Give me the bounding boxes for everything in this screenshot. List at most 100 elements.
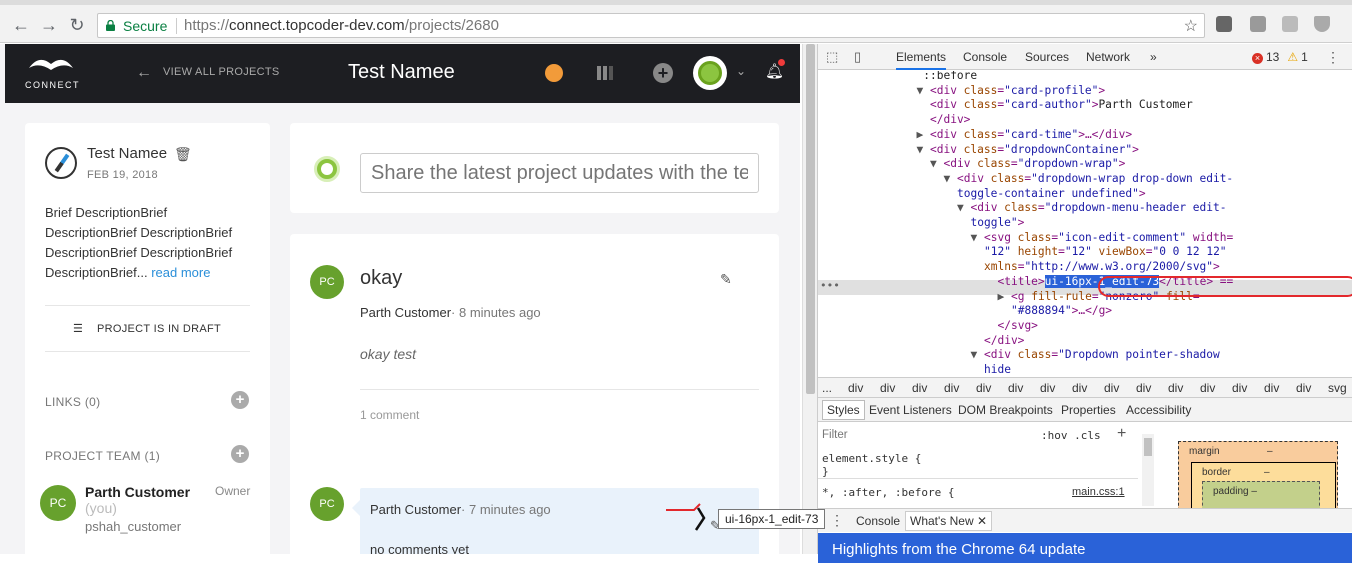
breadcrumb-item[interactable]: div [1296, 381, 1311, 395]
drawer-menu-icon[interactable]: ⋮ [830, 512, 844, 529]
dom-node-line[interactable]: hide [984, 363, 1011, 377]
css-rule-selector[interactable]: *, :after, :before { [822, 486, 954, 499]
extension-icon[interactable] [1282, 16, 1298, 32]
more-tabs-button[interactable]: » [1150, 50, 1157, 64]
new-rule-icon[interactable]: + [1117, 425, 1126, 443]
dom-node-line[interactable]: ▼ <div class="card-profile"> [917, 84, 1106, 99]
styles-filter-input[interactable]: Filter [822, 429, 848, 441]
tab-network[interactable]: Network [1086, 50, 1130, 64]
extension-icon[interactable] [1216, 16, 1232, 32]
breadcrumb-item[interactable]: div [912, 381, 927, 395]
edit-icon[interactable]: ✎ [720, 271, 732, 288]
styles-scrollbar[interactable] [1142, 434, 1154, 506]
dom-ellipsis[interactable]: ••• [820, 279, 840, 294]
breadcrumb-item[interactable]: div [1104, 381, 1119, 395]
tab-sources[interactable]: Sources [1025, 50, 1069, 64]
shield-icon[interactable] [1314, 16, 1330, 32]
dom-node-line[interactable]: "#888894">…</g> [1011, 304, 1112, 319]
tab-event-listeners[interactable]: Event Listeners [869, 403, 952, 417]
breadcrumb-item[interactable]: div [1200, 381, 1215, 395]
box-padding-value[interactable]: – [1251, 486, 1257, 497]
box-border-value[interactable]: – [1264, 467, 1270, 478]
add-icon[interactable]: + [653, 63, 673, 83]
close-icon[interactable]: ✕ [977, 514, 987, 528]
breadcrumb-item[interactable]: ... [822, 381, 832, 395]
tab-elements[interactable]: Elements [896, 44, 947, 70]
dom-node-line[interactable]: </div> [984, 334, 1024, 349]
dom-node-line[interactable]: ::before [923, 71, 977, 84]
dom-node-line[interactable]: ▼ <div class="Dropdown pointer-shadow [971, 348, 1220, 363]
tab-accessibility[interactable]: Accessibility [1126, 403, 1191, 417]
dom-node-line[interactable]: xmlns="http://www.w3.org/2000/svg"> [984, 260, 1220, 275]
chevron-down-icon[interactable]: ⌄ [736, 64, 746, 78]
comment-author[interactable]: Parth Customer [370, 502, 461, 517]
tab-dom-breakpoints[interactable]: DOM Breakpoints [958, 403, 1053, 417]
dom-node-line[interactable]: toggle-container undefined"> [957, 187, 1146, 202]
breadcrumb-item[interactable]: svg [1328, 381, 1347, 395]
hov-cls-toggles[interactable]: :hov .cls [1041, 429, 1101, 442]
dom-node-line[interactable]: ▼ <div class="dropdownContainer"> [917, 143, 1139, 158]
breadcrumb-item[interactable]: div [976, 381, 991, 395]
breadcrumb-item[interactable]: div [1136, 381, 1151, 395]
add-member-button[interactable]: + [231, 445, 249, 463]
breadcrumb-item[interactable]: div [880, 381, 895, 395]
dom-node-line[interactable]: ▶ <div class="card-time">…</div> [917, 128, 1133, 143]
more-options-icon[interactable]: ⋮ [1326, 49, 1340, 66]
breadcrumb-item[interactable]: div [1072, 381, 1087, 395]
drawer-tab-whats-new[interactable]: What's New ✕ [905, 511, 993, 531]
disclosure-triangle-icon: ▶ [916, 127, 930, 141]
status-icon[interactable] [545, 64, 563, 82]
view-all-projects-link[interactable]: VIEW ALL PROJECTS [163, 66, 280, 78]
reload-icon[interactable]: ↻ [66, 14, 88, 36]
scrollbar-thumb[interactable] [1144, 438, 1152, 456]
dom-node-line[interactable]: ▼ <div class="dropdown-wrap drop-down ed… [944, 172, 1234, 187]
specification-icon[interactable] [595, 64, 615, 82]
dom-node-line[interactable]: ▼ <div class="dropdown-wrap"> [930, 157, 1125, 172]
dom-node-line[interactable]: </svg> [998, 319, 1038, 334]
bookmark-star-icon[interactable]: ☆ [1184, 16, 1198, 36]
post-author[interactable]: Parth Customer [360, 305, 451, 320]
devtools-drawer-tabs: ⋮ Console What's New ✕ [818, 508, 1352, 532]
dom-node-line[interactable]: </div> [930, 113, 970, 128]
breadcrumb-item[interactable]: div [1040, 381, 1055, 395]
breadcrumb-item[interactable]: div [1008, 381, 1023, 395]
extension-icon[interactable] [1250, 16, 1266, 32]
read-more-link[interactable]: read more [151, 265, 210, 280]
dom-node-line[interactable]: ▼ <div class="dropdown-menu-header edit- [957, 201, 1226, 216]
error-warning-counts[interactable]: × 13 ⚠ 1 [1252, 50, 1308, 64]
back-icon[interactable]: ← [10, 14, 32, 36]
dom-node-line[interactable]: ▼ <svg class="icon-edit-comment" width= [971, 231, 1234, 246]
breadcrumb-item[interactable]: div [848, 381, 863, 395]
forward-icon[interactable]: → [38, 14, 60, 36]
inspect-icon[interactable]: ⬚ [826, 49, 838, 65]
add-link-button[interactable]: + [231, 391, 249, 409]
back-arrow-icon[interactable]: ← [136, 64, 152, 82]
breadcrumb-item[interactable]: div [1232, 381, 1247, 395]
tab-properties[interactable]: Properties [1061, 403, 1116, 417]
dom-node-line[interactable]: toggle"> [971, 216, 1025, 231]
tab-styles[interactable]: Styles [822, 400, 865, 420]
device-toolbar-icon[interactable]: ▯ [854, 49, 861, 65]
comment-text: no comments yet [370, 542, 469, 554]
trash-icon[interactable]: 🗑︎ [174, 146, 192, 163]
breadcrumb-item[interactable]: div [944, 381, 959, 395]
box-margin-value[interactable]: – [1267, 446, 1273, 457]
drawer-tab-console[interactable]: Console [856, 514, 900, 528]
url-text[interactable]: https://connect.topcoder-dev.com/project… [184, 17, 499, 34]
element-style-rule[interactable]: element.style {} [822, 452, 921, 478]
scrollbar-thumb[interactable] [806, 44, 815, 394]
breadcrumb-item[interactable]: div [1264, 381, 1279, 395]
dom-node-line[interactable]: <div class="card-author">Parth Customer [930, 98, 1193, 113]
address-bar[interactable]: Secure https://connect.topcoder-dev.com/… [97, 13, 1205, 38]
breadcrumb-item[interactable]: div [1168, 381, 1183, 395]
bell-icon[interactable]: 🔔︎ [765, 59, 785, 80]
tab-console[interactable]: Console [963, 50, 1007, 64]
member-name[interactable]: Parth Customer [85, 484, 190, 500]
css-source-link[interactable]: main.css:1 [1072, 486, 1125, 498]
connect-logo[interactable]: CONNECT [25, 54, 81, 94]
user-avatar[interactable] [693, 56, 727, 90]
dom-node-line[interactable]: "12" height="12" viewBox="0 0 12 12" [984, 245, 1227, 260]
post-update-input[interactable] [360, 153, 759, 193]
page-scrollbar[interactable] [802, 44, 817, 554]
comment-count[interactable]: 1 comment [360, 408, 419, 422]
